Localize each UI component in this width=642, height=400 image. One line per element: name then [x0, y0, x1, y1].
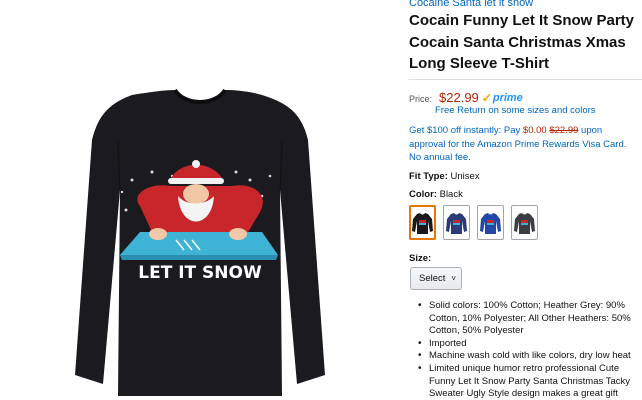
image-caption: LET IT SNOW: [138, 263, 262, 283]
santa-hand-left: [149, 228, 167, 240]
prime-badge[interactable]: ✓ prime: [482, 91, 523, 105]
price-row: Price: $22.99 ✓ prime: [409, 90, 523, 105]
size-label: Size:: [409, 253, 432, 264]
free-return-link[interactable]: Free Return on some sizes and colors: [435, 105, 596, 116]
table-edge: [120, 255, 278, 260]
shirt-thumbnail-icon: [514, 212, 535, 234]
credit-card-promo[interactable]: Get $100 off instantly: Pay $0.00 $22.99…: [409, 124, 639, 165]
brand-link[interactable]: Cocaine Santa let it snow: [409, 0, 533, 9]
product-image-pane[interactable]: LET IT SNOW: [0, 0, 392, 400]
santa-hand-right: [229, 228, 247, 240]
product-title: Cocain Funny Let It Snow Party Cocain Sa…: [409, 12, 635, 72]
color-swatch[interactable]: [511, 205, 538, 240]
chevron-down-icon: ˅: [451, 274, 457, 283]
color-swatch[interactable]: [409, 205, 436, 240]
promo-original-price: $22.99: [549, 125, 579, 136]
shirt-thumbnail-icon: [480, 212, 501, 234]
color-swatch[interactable]: [443, 205, 470, 240]
color-row: Color: Black: [409, 189, 463, 200]
product-image[interactable]: LET IT SNOW: [0, 0, 392, 400]
feature-bullets: Solid colors: 100% Cotton; Heather Grey:…: [418, 300, 641, 400]
color-swatches: [409, 205, 545, 240]
shirt-thumbnail-icon: [446, 212, 467, 234]
bullet-item: Limited unique humor retro professional …: [418, 363, 641, 400]
promo-prefix: Get $100 off instantly: Pay: [409, 125, 523, 136]
fit-type-label: Fit Type:: [409, 171, 448, 182]
color-value: Black: [439, 189, 463, 200]
color-swatch[interactable]: [477, 205, 504, 240]
prime-check-icon: ✓: [481, 91, 492, 105]
divider: [409, 79, 642, 80]
bullet-item: Imported: [418, 338, 641, 351]
size-select[interactable]: Select ˅: [410, 267, 462, 290]
size-select-label: Select: [419, 273, 446, 284]
fit-type-row: Fit Type: Unisex: [409, 171, 480, 182]
price-value: $22.99: [439, 90, 479, 105]
santa-hat-brim: [168, 178, 224, 184]
bullet-item: Machine wash cold with like colors, dry …: [418, 350, 641, 363]
santa-face: [183, 184, 209, 204]
fit-type-value: Unisex: [450, 171, 480, 182]
price-label: Price:: [409, 94, 433, 104]
promo-pay-amount: $0.00: [522, 125, 547, 136]
table: [120, 232, 278, 255]
bullet-item: Solid colors: 100% Cotton; Heather Grey:…: [418, 300, 641, 338]
prime-label: prime: [492, 92, 523, 104]
santa-hat-pompom: [192, 160, 200, 168]
color-label: Color:: [409, 189, 437, 200]
product-info-panel: Cocaine Santa let it snow Cocain Funny L…: [409, 0, 642, 400]
shirt-thumbnail-icon: [412, 212, 433, 234]
